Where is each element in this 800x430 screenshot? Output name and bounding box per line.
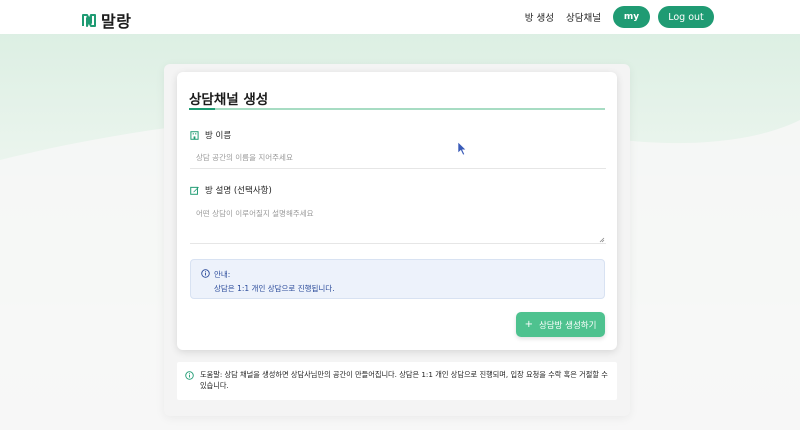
building-icon: [190, 130, 199, 140]
info-icon: [201, 269, 210, 278]
room-desc-label: 방 설명 (선택사항): [190, 184, 272, 196]
room-name-input[interactable]: [190, 147, 606, 169]
nav-counsel-channel[interactable]: 상담채널: [566, 10, 601, 24]
plus-icon: +: [524, 319, 533, 330]
nav-links: 방 생성 상담채널 my Log out: [525, 6, 714, 28]
title-divider-accent: [189, 108, 215, 110]
logo[interactable]: 말랑: [81, 8, 131, 32]
help-box: 도움말: 상담 채널을 생성하면 상담사님만의 공간이 만들어집니다. 상담은 …: [177, 362, 617, 400]
edit-icon: [190, 186, 199, 195]
logout-button[interactable]: Log out: [658, 6, 714, 28]
create-room-button-label: 상담방 생성하기: [538, 320, 597, 331]
create-room-button[interactable]: + 상담방 생성하기: [516, 312, 605, 337]
title-divider: [189, 108, 605, 110]
nav-create-room[interactable]: 방 생성: [525, 10, 554, 24]
resize-handle-icon[interactable]: [599, 237, 605, 243]
page-title: 상담채널 생성: [189, 92, 269, 108]
create-channel-card: 상담채널 생성 방 이름 방 설명 (선택사항) 안내: 상담은 1:1 개인 …: [177, 72, 617, 350]
notice-text: 상담은 1:1 개인 상담으로 진행됩니다.: [214, 284, 335, 293]
room-name-label: 방 이름: [190, 129, 231, 141]
brand-name: 말랑: [101, 12, 132, 31]
mouse-cursor-icon: [457, 141, 467, 156]
room-desc-label-text: 방 설명 (선택사항): [205, 186, 272, 196]
navbar: 말랑 방 생성 상담채널 my Log out: [0, 0, 800, 34]
info-icon: [185, 371, 194, 380]
notice-title: 안내:: [214, 270, 231, 279]
my-button[interactable]: my: [613, 6, 650, 28]
notice-box: 안내: 상담은 1:1 개인 상담으로 진행됩니다.: [190, 259, 605, 299]
help-text: 도움말: 상담 채널을 생성하면 상담사님만의 공간이 만들어집니다. 상담은 …: [200, 370, 608, 390]
room-desc-textarea[interactable]: [190, 202, 606, 244]
room-name-label-text: 방 이름: [205, 131, 232, 141]
n-logo-icon: [82, 14, 96, 27]
